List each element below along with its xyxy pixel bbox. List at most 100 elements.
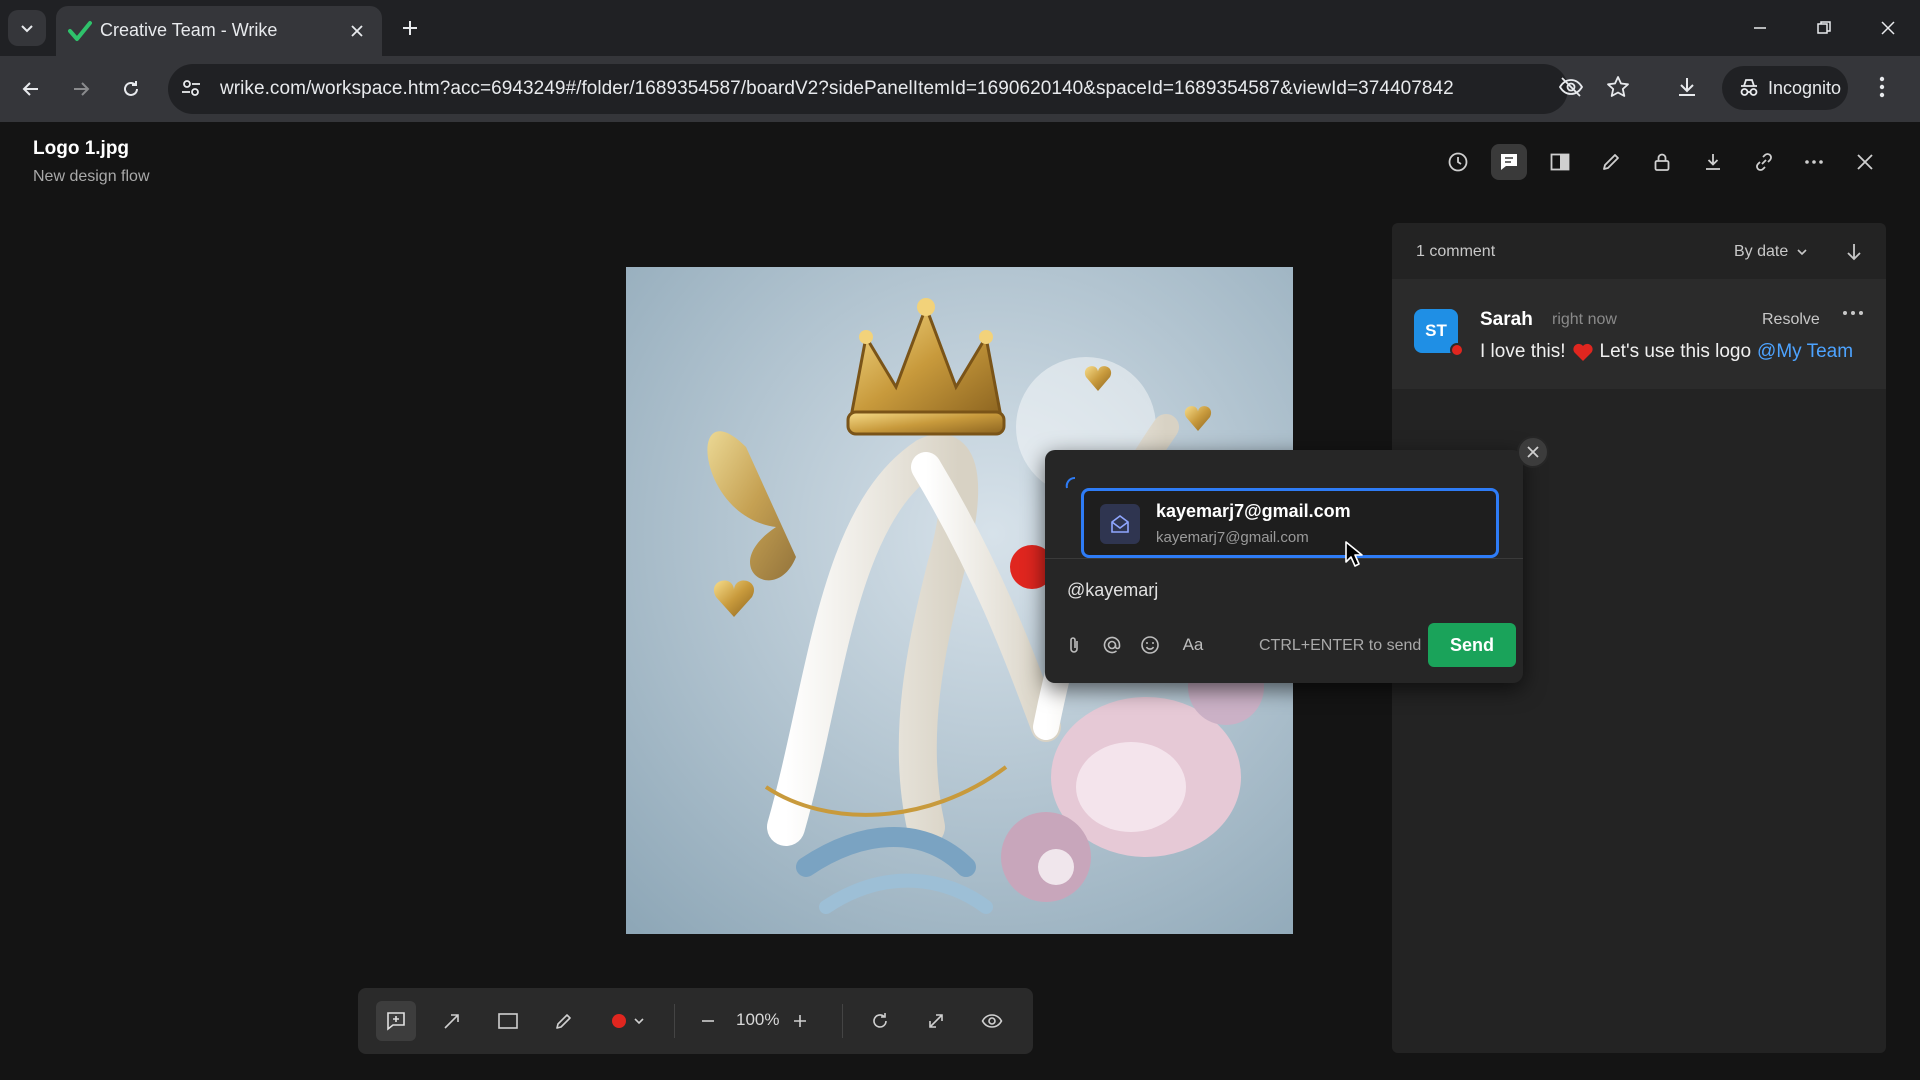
arrow-down-icon	[1847, 244, 1861, 261]
plus-icon	[794, 1015, 806, 1027]
more-horiz-icon[interactable]	[1842, 309, 1864, 317]
email-invite-icon	[1100, 504, 1140, 544]
close-icon	[1527, 446, 1539, 458]
zoom-level: 100%	[736, 1010, 780, 1029]
zoom-out-button[interactable]	[688, 1001, 728, 1041]
text-format-icon[interactable]: Aa	[1175, 632, 1211, 658]
pencil-icon	[1603, 154, 1619, 170]
browser-toolbar: wrike.com/workspace.htm?acc=6943249#/fol…	[0, 56, 1920, 122]
sort-dropdown[interactable]: By date	[1734, 243, 1808, 261]
bookmark-star-icon[interactable]	[1606, 75, 1630, 99]
lock-icon	[1654, 153, 1670, 171]
loading-spinner-icon	[1065, 476, 1079, 490]
comment-icon	[1501, 154, 1517, 170]
comment-body: I love this! Let's use this logo @My Tea…	[1480, 341, 1853, 363]
file-title: Logo 1.jpg	[33, 138, 130, 159]
lock-button[interactable]	[1644, 144, 1680, 180]
rotate-button[interactable]	[860, 1001, 900, 1041]
site-info-icon[interactable]	[180, 77, 202, 99]
reload-button[interactable]	[114, 72, 148, 106]
mouse-cursor-icon	[1344, 540, 1364, 568]
more-actions-button[interactable]	[1796, 144, 1832, 180]
suggestion-name: kayemarj7@gmail.com	[1156, 501, 1351, 521]
mention-link[interactable]: @My Team	[1757, 341, 1853, 363]
sort-label: By date	[1734, 243, 1789, 260]
comment-compose-popup: kayemarj7@gmail.com kayemarj7@gmail.com …	[1045, 436, 1549, 683]
arrow-diagonal-icon	[444, 1014, 459, 1029]
comment-item: ST Sarah right now Resolve I love this! …	[1392, 279, 1886, 389]
suggestion-email: kayemarj7@gmail.com	[1156, 529, 1309, 546]
history-button[interactable]	[1440, 144, 1476, 180]
comments-toggle-button[interactable]	[1491, 144, 1527, 180]
eye-icon	[981, 1014, 1003, 1028]
wrike-check-icon	[68, 20, 92, 42]
chevron-down-icon	[1797, 249, 1807, 256]
browser-tab-bar: Creative Team - Wrike	[0, 0, 1920, 56]
restore-button[interactable]	[1794, 10, 1854, 46]
send-shortcut-hint: CTRL+ENTER to send	[1259, 637, 1422, 654]
address-bar[interactable]: wrike.com/workspace.htm?acc=6943249#/fol…	[168, 64, 1568, 114]
minimize-button[interactable]	[1730, 10, 1790, 46]
file-subtitle[interactable]: New design flow	[33, 168, 150, 186]
eye-off-icon[interactable]	[1558, 76, 1584, 98]
annotation-toolbar: 100%	[358, 988, 1033, 1054]
compare-button[interactable]	[1542, 144, 1578, 180]
visibility-button[interactable]	[972, 1001, 1012, 1041]
comment-author[interactable]: Sarah	[1480, 309, 1533, 331]
forward-button[interactable]	[64, 72, 98, 106]
divider	[1045, 558, 1523, 559]
copy-link-button[interactable]	[1746, 144, 1782, 180]
fullscreen-button[interactable]	[916, 1001, 956, 1041]
close-popup-button[interactable]	[1517, 436, 1549, 468]
more-horiz-icon	[1805, 160, 1823, 164]
mention-suggestion-item[interactable]: kayemarj7@gmail.com kayemarj7@gmail.com	[1081, 488, 1499, 558]
resolve-button[interactable]: Resolve	[1762, 311, 1820, 329]
link-icon	[1756, 153, 1772, 171]
arrow-left-icon	[22, 82, 38, 96]
more-vert-icon[interactable]	[1878, 75, 1886, 99]
minus-icon	[702, 1020, 714, 1022]
close-icon	[1857, 154, 1873, 170]
back-button[interactable]	[14, 72, 48, 106]
color-picker[interactable]	[606, 1003, 650, 1039]
arrow-right-icon	[74, 82, 90, 96]
clock-icon	[1448, 152, 1468, 172]
close-tab-icon[interactable]	[346, 20, 368, 42]
comment-input[interactable]: @kayemarj	[1067, 580, 1158, 601]
download-icon[interactable]	[1675, 75, 1699, 99]
emoji-icon[interactable]	[1137, 632, 1163, 658]
add-comment-tool[interactable]	[376, 1001, 416, 1041]
split-view-icon	[1550, 153, 1570, 171]
pencil-icon	[556, 1014, 571, 1029]
reload-icon	[124, 81, 138, 96]
pen-tool[interactable]	[544, 1001, 584, 1041]
tab-title: Creative Team - Wrike	[100, 20, 278, 40]
rectangle-tool[interactable]	[488, 1001, 528, 1041]
download-file-button[interactable]	[1695, 144, 1731, 180]
attach-icon[interactable]	[1061, 632, 1087, 658]
close-viewer-button[interactable]	[1847, 144, 1883, 180]
sort-direction-button[interactable]	[1844, 241, 1864, 263]
send-button[interactable]: Send	[1428, 623, 1516, 667]
download-icon	[1706, 154, 1720, 170]
browser-tab-active[interactable]: Creative Team - Wrike	[56, 6, 382, 56]
comment-text-start: I love this!	[1480, 341, 1566, 362]
comment-text-end: Let's use this logo	[1599, 341, 1752, 362]
edit-button[interactable]	[1593, 144, 1629, 180]
tab-search-button[interactable]	[8, 10, 46, 46]
plus-icon	[403, 21, 417, 35]
close-window-button[interactable]	[1858, 10, 1918, 46]
arrow-tool[interactable]	[432, 1001, 472, 1041]
rectangle-icon	[498, 1013, 518, 1029]
incognito-icon	[1740, 79, 1758, 96]
expand-icon	[929, 1014, 943, 1028]
new-tab-button[interactable]	[396, 14, 424, 42]
incognito-indicator[interactable]: Incognito	[1722, 66, 1848, 110]
divider	[674, 1004, 675, 1038]
zoom-in-button[interactable]	[780, 1001, 820, 1041]
mention-icon[interactable]	[1099, 632, 1125, 658]
rotate-icon	[873, 1013, 887, 1028]
red-heart-icon	[1572, 343, 1593, 361]
comment-timestamp: right now	[1552, 311, 1617, 328]
chevron-down-icon	[634, 1018, 644, 1025]
